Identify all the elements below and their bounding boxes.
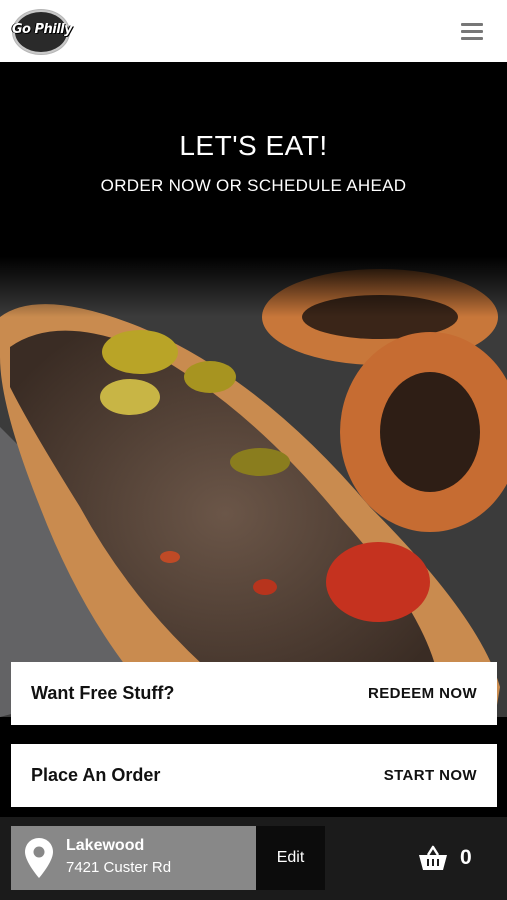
basket-icon xyxy=(419,845,447,870)
cart-count: 0 xyxy=(460,846,472,869)
rewards-card[interactable]: Want Free Stuff? REDEEM NOW xyxy=(11,662,497,725)
go-philly-logo[interactable]: Go Philly xyxy=(9,9,75,55)
start-now-button[interactable]: START NOW xyxy=(384,767,477,784)
cart-button[interactable]: 0 xyxy=(418,841,490,877)
logo-text: Go Philly xyxy=(11,22,73,37)
cheesesteak-photo xyxy=(0,257,507,717)
redeem-now-button[interactable]: REDEEM NOW xyxy=(368,685,477,702)
hero-banner: LET'S EAT! ORDER NOW OR SCHEDULE AHEAD W… xyxy=(0,62,507,817)
hero-subtitle: ORDER NOW OR SCHEDULE AHEAD xyxy=(100,176,407,195)
hamburger-menu-icon[interactable] xyxy=(454,16,490,46)
map-pin-icon xyxy=(25,838,53,878)
rewards-label: Want Free Stuff? xyxy=(31,683,175,703)
place-order-card[interactable]: Place An Order START NOW xyxy=(11,744,497,807)
app-header: Go Philly xyxy=(0,0,507,62)
hero-title: LET'S EAT! xyxy=(179,130,328,161)
location-name: Lakewood xyxy=(66,837,145,854)
location-address: 7421 Custer Rd xyxy=(66,859,172,876)
location-selector[interactable]: Lakewood 7421 Custer Rd xyxy=(11,826,256,890)
bottom-bar: Lakewood 7421 Custer Rd Edit 0 xyxy=(0,817,507,900)
place-order-label: Place An Order xyxy=(31,765,161,785)
edit-location-button[interactable]: Edit xyxy=(256,826,325,890)
